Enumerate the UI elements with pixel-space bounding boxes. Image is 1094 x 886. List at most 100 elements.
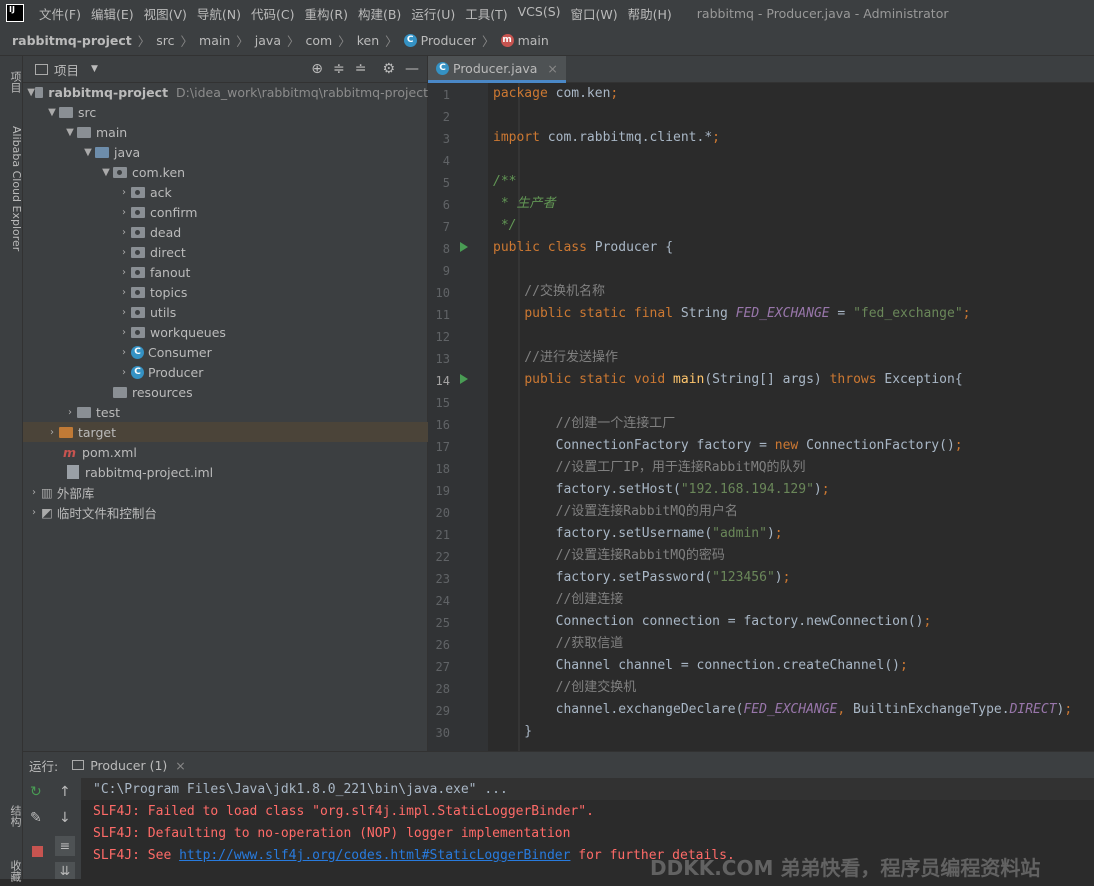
menu-run[interactable]: 运行(U) <box>406 4 460 23</box>
scroll-to-end-icon[interactable]: ⇊ <box>55 862 75 879</box>
tree-item-java[interactable]: ▼ java <box>23 142 428 162</box>
project-tool-tab[interactable]: 项目 <box>0 62 23 102</box>
tree-item-package[interactable]: › workqueues <box>23 322 428 342</box>
tree-item-package[interactable]: › dead <box>23 222 428 242</box>
chevron-right-icon[interactable]: › <box>117 267 131 278</box>
chevron-right-icon[interactable]: › <box>117 347 131 358</box>
chevron-down-icon[interactable]: ▼ <box>45 107 59 118</box>
alibaba-cloud-explorer-tab[interactable]: Alibaba Cloud Explorer <box>0 124 23 254</box>
tree-item-package[interactable]: › fanout <box>23 262 428 282</box>
chevron-down-icon[interactable]: ▼ <box>99 167 113 178</box>
line-number: 5 <box>442 176 450 190</box>
tree-item-label: java <box>114 144 141 160</box>
rerun-icon[interactable]: ↻ <box>30 784 42 800</box>
menu-window[interactable]: 窗口(W) <box>566 4 623 23</box>
arrow-up-icon[interactable]: ↑ <box>59 784 71 800</box>
chevron-right-icon[interactable]: › <box>117 227 131 238</box>
chevron-down-icon[interactable]: ▼ <box>63 127 77 138</box>
console-line: "C:\Program Files\Java\jdk1.8.0_221\bin\… <box>93 782 508 797</box>
menu-vcs[interactable]: VCS(S) <box>513 4 566 23</box>
console-line: SLF4J: Defaulting to no-operation (NOP) … <box>93 826 571 841</box>
tab-label: Producer.java <box>453 60 538 76</box>
wrench-icon[interactable]: ✎ <box>30 810 42 826</box>
menu-edit[interactable]: 编辑(E) <box>86 4 139 23</box>
chevron-right-icon[interactable]: › <box>27 487 41 498</box>
expand-all-icon[interactable]: ≑ <box>333 61 345 77</box>
menu-build[interactable]: 构建(B) <box>353 4 406 23</box>
console-link[interactable]: http://www.slf4j.org/codes.html#StaticLo… <box>179 848 570 863</box>
run-tab-producer[interactable]: Producer (1) <box>90 758 167 773</box>
menu-code[interactable]: 代码(C) <box>246 4 299 23</box>
gear-icon[interactable]: ⚙ <box>382 61 395 77</box>
menu-navigate[interactable]: 导航(N) <box>192 4 246 23</box>
tree-item-iml[interactable]: rabbitmq-project.iml <box>23 462 428 482</box>
tree-item-package[interactable]: › direct <box>23 242 428 262</box>
tree-item-label: 临时文件和控制台 <box>56 505 157 521</box>
chevron-right-icon[interactable]: › <box>117 287 131 298</box>
menu-view[interactable]: 视图(V) <box>139 4 192 23</box>
tree-item-src[interactable]: ▼ src <box>23 102 428 122</box>
tree-item-package[interactable]: › topics <box>23 282 428 302</box>
chevron-right-icon[interactable]: › <box>27 507 41 518</box>
tree-item-pom[interactable]: m pom.xml <box>23 442 428 462</box>
chevron-right-icon[interactable]: › <box>63 407 77 418</box>
arrow-down-icon[interactable]: ↓ <box>59 810 71 826</box>
crumb-com[interactable]: com <box>306 33 333 48</box>
soft-wrap-icon[interactable]: ≡ <box>55 836 75 856</box>
chevron-right-icon[interactable]: › <box>117 307 131 318</box>
method-icon: m <box>500 34 514 47</box>
crumb-src[interactable]: src <box>156 33 174 48</box>
close-icon[interactable]: × <box>547 61 557 76</box>
menu-tools[interactable]: 工具(T) <box>460 4 512 23</box>
chevron-down-icon[interactable]: ▼ <box>81 147 95 158</box>
bookmarks-tool-tab[interactable]: 收藏 <box>0 856 23 886</box>
project-panel-title[interactable]: 项目 <box>54 60 79 79</box>
chevron-right-icon[interactable]: › <box>45 427 59 438</box>
run-toolbar: ↻ ↑ ✎ ↓ ≡ ⇊ <box>23 778 81 879</box>
line-number: 1 <box>442 88 450 102</box>
stop-icon[interactable] <box>32 846 43 857</box>
tree-item-class[interactable]: › C Producer <box>23 362 428 382</box>
tree-item-test[interactable]: › test <box>23 402 428 422</box>
crumb-project[interactable]: rabbitmq-project <box>12 33 132 48</box>
tree-item-main[interactable]: ▼ main <box>23 122 428 142</box>
chevron-right-icon[interactable]: › <box>117 327 131 338</box>
tree-item-external-libraries[interactable]: › ▥ 外部库 <box>23 482 428 502</box>
crumb-java[interactable]: java <box>255 33 281 48</box>
chevron-right-icon[interactable]: › <box>117 247 131 258</box>
line-number: 16 <box>435 418 450 432</box>
menu-file[interactable]: 文件(F) <box>34 4 86 23</box>
chevron-right-icon[interactable]: › <box>117 187 131 198</box>
chevron-right-icon[interactable]: › <box>117 207 131 218</box>
tree-item-target[interactable]: › target <box>23 422 428 442</box>
tree-item-package[interactable]: › ack <box>23 182 428 202</box>
locate-icon[interactable]: ⊕ <box>311 61 323 77</box>
tree-item-com-ken[interactable]: ▼ com.ken <box>23 162 428 182</box>
maven-icon: m <box>63 444 77 460</box>
code-line: channel.exchangeDeclare(FED_EXCHANGE, Bu… <box>493 702 1073 717</box>
chevron-right-icon[interactable]: › <box>117 367 131 378</box>
code-editor[interactable]: package com.ken; import com.rabbitmq.clie… <box>488 83 1094 751</box>
crumb-main[interactable]: main <box>199 33 230 48</box>
crumb-method-main[interactable]: main <box>518 33 549 48</box>
tree-item-package[interactable]: › utils <box>23 302 428 322</box>
hide-icon[interactable]: — <box>405 61 419 77</box>
tree-item-package[interactable]: › confirm <box>23 202 428 222</box>
run-class-icon[interactable] <box>460 242 468 252</box>
menu-refactor[interactable]: 重构(R) <box>300 4 353 23</box>
crumb-ken[interactable]: ken <box>357 33 379 48</box>
structure-tool-tab[interactable]: 结构 <box>0 801 23 831</box>
line-number: 9 <box>442 264 450 278</box>
tree-item-scratches[interactable]: › ◩ 临时文件和控制台 <box>23 502 428 522</box>
tree-item-root[interactable]: ▼ rabbitmq-project D:\idea_work\rabbitmq… <box>23 82 428 102</box>
tree-item-class[interactable]: › C Consumer <box>23 342 428 362</box>
chevron-down-icon[interactable]: ▼ <box>27 87 35 98</box>
run-main-icon[interactable] <box>460 374 468 384</box>
close-icon[interactable]: × <box>175 758 185 773</box>
collapse-all-icon[interactable]: ≐ <box>355 61 367 77</box>
menu-help[interactable]: 帮助(H) <box>623 4 677 23</box>
crumb-producer[interactable]: Producer <box>421 33 476 48</box>
tab-producer-java[interactable]: C Producer.java × <box>428 56 566 83</box>
chevron-down-icon[interactable]: ▼ <box>91 64 98 74</box>
tree-item-resources[interactable]: resources <box>23 382 428 402</box>
